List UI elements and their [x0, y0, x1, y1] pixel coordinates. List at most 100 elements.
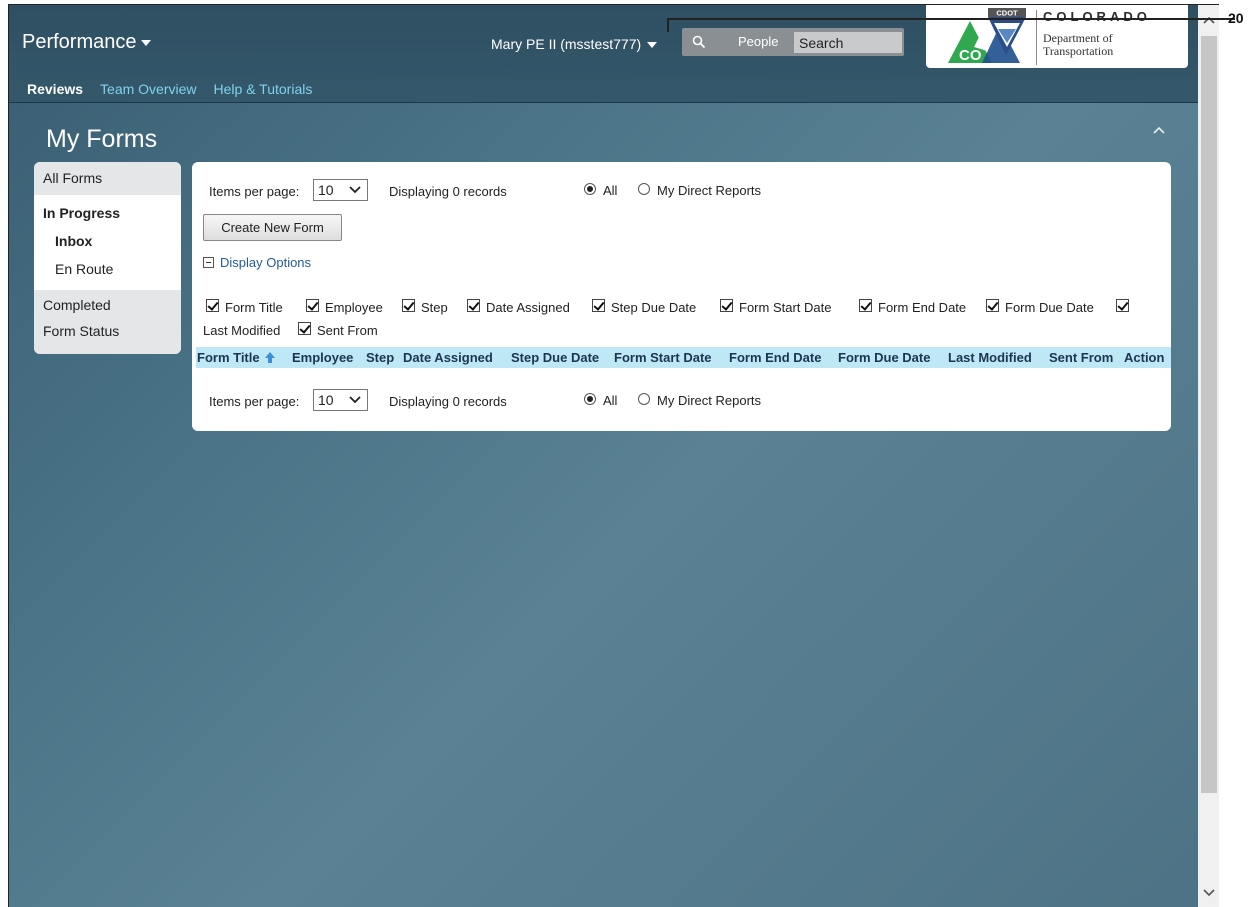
display-options-label: Display Options	[220, 255, 312, 270]
forms-panel: Items per page: 10 Displaying 0 records …	[192, 162, 1171, 431]
vertical-scrollbar[interactable]	[1198, 5, 1219, 907]
sort-ascending-icon	[265, 352, 276, 363]
checkbox-label: Date Assigned	[486, 300, 570, 315]
checkbox-sent-from[interactable]	[298, 322, 311, 335]
sidebar-item-en-route[interactable]: En Route	[34, 261, 181, 277]
radio-all-bottom[interactable]	[584, 393, 596, 405]
radio-direct-reports[interactable]	[638, 183, 650, 195]
checkbox-label: Form End Date	[878, 300, 967, 315]
checkbox-step[interactable]	[402, 299, 415, 312]
sidebar-item-label: En Route	[55, 261, 114, 277]
logo-mark-text: CO	[959, 47, 982, 64]
sidebar-item-form-status[interactable]: Form Status	[43, 323, 181, 339]
app-switcher[interactable]: Performance	[22, 31, 151, 54]
items-per-page-select[interactable]: 10	[313, 179, 368, 201]
logo-state-name: COLORADO	[1043, 9, 1151, 24]
search-icon	[692, 35, 706, 49]
callout-tick	[667, 18, 669, 32]
checkbox-label: Form Start Date	[739, 300, 832, 315]
page-title: My Forms	[46, 125, 158, 153]
nav-team-overview[interactable]: Team Overview	[100, 81, 196, 97]
chevron-down-icon	[349, 396, 361, 404]
collapse-icon	[203, 257, 214, 268]
checkbox-label: Last Modified	[203, 323, 281, 338]
column-header-form-end-date[interactable]: Form End Date	[729, 350, 821, 365]
search-button[interactable]	[682, 28, 716, 56]
create-new-form-button[interactable]: Create New Form	[203, 214, 342, 241]
header-divider	[9, 102, 1198, 103]
checkbox-form-due-date[interactable]	[986, 299, 999, 312]
items-per-page-label-bottom: Items per page:	[209, 394, 300, 409]
chevron-down-icon	[1203, 889, 1215, 897]
scroll-down-button[interactable]	[1198, 878, 1219, 907]
radio-all-label-bottom: All	[603, 393, 618, 408]
column-header-form-title[interactable]: Form Title	[197, 350, 276, 365]
cdot-mountain-logo-icon: CDOT CO	[948, 8, 1026, 64]
checkbox-label: Form Title	[225, 300, 283, 315]
checkbox-label: Employee	[325, 300, 383, 315]
chevron-down-icon	[349, 186, 361, 194]
nav-help-tutorials[interactable]: Help & Tutorials	[214, 81, 313, 97]
checkbox-label: Step Due Date	[611, 300, 697, 315]
column-header-form-start-date[interactable]: Form Start Date	[614, 350, 712, 365]
items-per-page-select-bottom[interactable]: 10	[313, 389, 368, 411]
radio-all-label: All	[603, 183, 618, 198]
sidebar-item-in-progress[interactable]: In Progress	[34, 205, 181, 221]
records-count: Displaying 0 records	[389, 184, 507, 199]
nav-reviews[interactable]: Reviews	[27, 81, 83, 97]
checkbox-form-start-date[interactable]	[720, 299, 733, 312]
search-input[interactable]	[794, 32, 902, 53]
column-header-step[interactable]: Step	[366, 350, 394, 365]
radio-direct-reports-label: My Direct Reports	[657, 183, 762, 198]
items-per-page-value: 10	[318, 182, 334, 198]
chevron-down-icon	[140, 39, 151, 46]
scrollbar-thumb[interactable]	[1201, 36, 1217, 793]
sidebar-item-label: Inbox	[55, 233, 93, 249]
column-header-form-due-date[interactable]: Form Due Date	[838, 350, 930, 365]
table-header-row: Form Title Employee Step Date Assigned S…	[196, 347, 1171, 368]
checkbox-form-title[interactable]	[206, 299, 219, 312]
logo-badge-text: CDOT	[996, 9, 1018, 18]
checkbox-form-end-date[interactable]	[859, 299, 872, 312]
scroll-up-button[interactable]	[1198, 5, 1219, 35]
user-name-label: Mary PE II (msstest777)	[491, 36, 642, 52]
sidebar-item-all-forms[interactable]: All Forms	[34, 162, 181, 195]
checkbox-date-assigned[interactable]	[467, 299, 480, 312]
cdot-logo: CDOT CO COLORADO Department of Transport…	[926, 5, 1188, 68]
records-count-bottom: Displaying 0 records	[389, 394, 507, 409]
items-per-page-value: 10	[318, 392, 334, 408]
radio-all[interactable]	[584, 183, 596, 195]
sidebar-item-completed[interactable]: Completed	[43, 297, 181, 313]
column-header-last-modified[interactable]: Last Modified	[948, 350, 1032, 365]
checkbox-step-due-date[interactable]	[592, 299, 605, 312]
forms-sidebar: All Forms In Progress Inbox En Route Com…	[34, 162, 181, 354]
column-header-sent-from[interactable]: Sent From	[1049, 350, 1113, 365]
chevron-down-icon	[647, 42, 658, 49]
app-viewport: Performance Mary PE II (msstest777) Peop…	[9, 5, 1198, 907]
column-header-step-due-date[interactable]: Step Due Date	[511, 350, 599, 365]
radio-direct-reports-label-bottom: My Direct Reports	[657, 393, 762, 408]
collapse-section-button[interactable]	[1152, 123, 1166, 138]
column-header-label: Form Title	[197, 350, 260, 365]
logo-dept-line2: Transportation	[1043, 44, 1114, 58]
checkbox-last-modified[interactable]	[1116, 299, 1129, 312]
user-menu[interactable]: Mary PE II (msstest777)	[491, 36, 658, 52]
sidebar-item-label: All Forms	[43, 170, 103, 186]
sidebar-group-completed-status: Completed Form Status	[34, 290, 181, 354]
search-scope-selector[interactable]: People	[738, 34, 778, 49]
column-header-date-assigned[interactable]: Date Assigned	[403, 350, 493, 365]
app-name-label: Performance	[22, 31, 137, 53]
column-header-employee[interactable]: Employee	[292, 350, 353, 365]
browser-frame: Performance Mary PE II (msstest777) Peop…	[8, 4, 1219, 907]
radio-direct-reports-bottom[interactable]	[638, 393, 650, 405]
chevron-up-icon	[1153, 126, 1165, 134]
sidebar-item-label: In Progress	[43, 205, 121, 221]
checkbox-label: Form Due Date	[1005, 300, 1094, 315]
checkbox-label: Sent From	[317, 323, 378, 338]
sidebar-item-inbox[interactable]: Inbox	[34, 233, 181, 249]
main-nav: Reviews Team Overview Help & Tutorials	[27, 81, 329, 97]
checkbox-label: Step	[421, 300, 448, 315]
checkbox-employee[interactable]	[306, 299, 319, 312]
callout-number: 20	[1228, 10, 1244, 26]
callout-line	[667, 18, 1235, 20]
